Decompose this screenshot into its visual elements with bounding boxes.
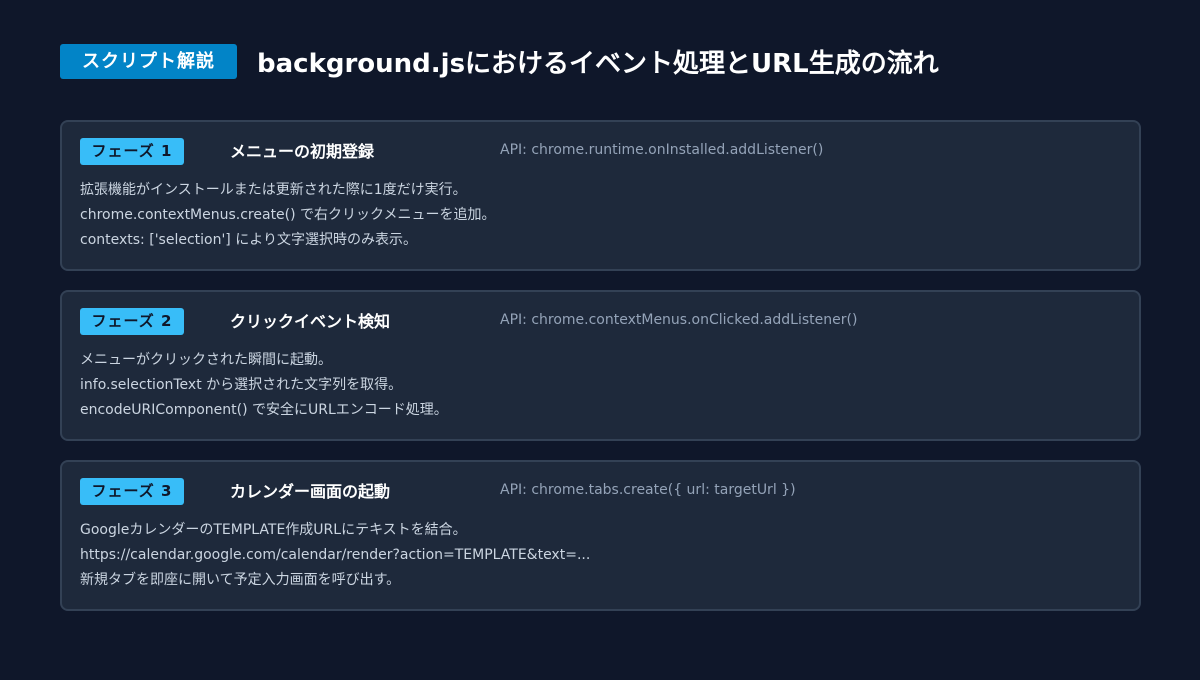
phase-description: GoogleカレンダーのTEMPLATE作成URLにテキストを結合。 https…: [80, 518, 590, 593]
description-line: encodeURIComponent() で安全にURLエンコード処理。: [80, 402, 448, 418]
phase-title: クリックイベント検知: [230, 312, 391, 331]
phase-description: 拡張機能がインストールまたは更新された際に1度だけ実行。 chrome.cont…: [80, 178, 496, 253]
api-label: API: chrome.contextMenus.onClicked.addLi…: [500, 312, 858, 328]
description-line: https://calendar.google.com/calendar/ren…: [80, 547, 591, 563]
header: スクリプト解説 background.jsにおけるイベント処理とURL生成の流れ: [60, 44, 939, 79]
phase-title: カレンダー画面の起動: [230, 482, 391, 501]
description-line: メニューがクリックされた瞬間に起動。: [80, 352, 332, 368]
api-label: API: chrome.tabs.create({ url: targetUrl…: [500, 482, 796, 498]
description-line: 新規タブを即座に開いて予定入力画面を呼び出す。: [80, 572, 401, 588]
phase-card-3: フェーズ 3 カレンダー画面の起動 API: chrome.tabs.creat…: [60, 460, 1141, 611]
description-line: contexts: ['selection'] により文字選択時のみ表示。: [80, 232, 417, 248]
description-line: 拡張機能がインストールまたは更新された際に1度だけ実行。: [80, 182, 467, 198]
phase-badge: フェーズ 3: [80, 478, 184, 505]
phase-card-1: フェーズ 1 メニューの初期登録 API: chrome.runtime.onI…: [60, 120, 1141, 271]
phase-description: メニューがクリックされた瞬間に起動。 info.selectionText から…: [80, 348, 448, 423]
phase-card-2: フェーズ 2 クリックイベント検知 API: chrome.contextMen…: [60, 290, 1141, 441]
description-line: chrome.contextMenus.create() で右クリックメニューを…: [80, 207, 496, 223]
description-line: GoogleカレンダーのTEMPLATE作成URLにテキストを結合。: [80, 522, 467, 538]
page-title: background.jsにおけるイベント処理とURL生成の流れ: [257, 49, 939, 79]
api-label: API: chrome.runtime.onInstalled.addListe…: [500, 142, 824, 158]
phase-title: メニューの初期登録: [230, 142, 375, 161]
phase-badge: フェーズ 1: [80, 138, 184, 165]
section-tag: スクリプト解説: [60, 44, 237, 79]
phase-badge: フェーズ 2: [80, 308, 184, 335]
description-line: info.selectionText から選択された文字列を取得。: [80, 377, 403, 393]
